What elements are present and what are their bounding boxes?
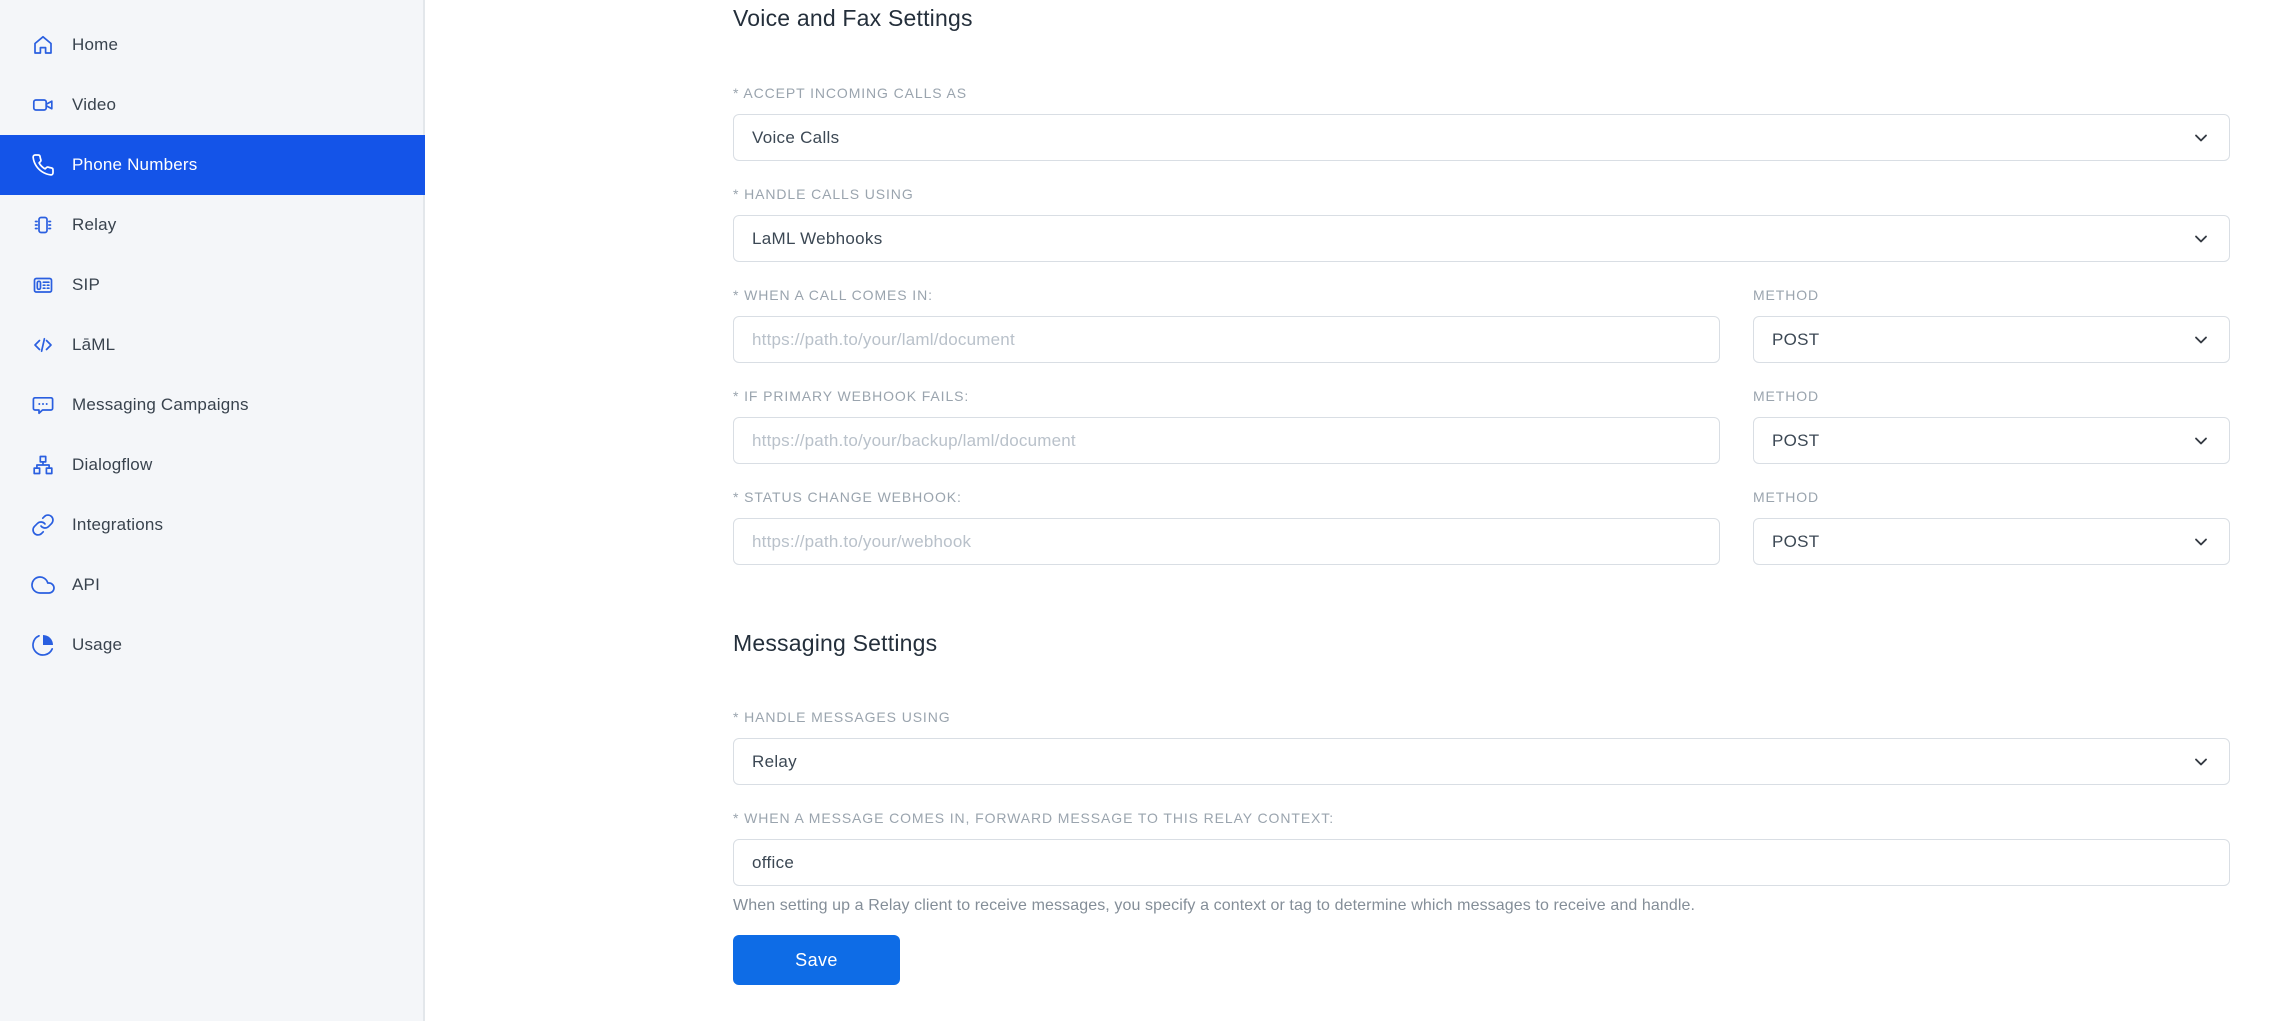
code-icon [30,333,55,358]
if-primary-webhook-fails-label: * IF PRIMARY WEBHOOK FAILS: [733,388,1720,404]
relay-context-label: * WHEN A MESSAGE COMES IN, FORWARD MESSA… [733,810,2230,826]
sidebar-item-phone-numbers[interactable]: Phone Numbers [0,135,425,195]
select-value: POST [1772,330,1820,350]
select-value: POST [1772,431,1820,451]
select-value: LaML Webhooks [752,229,883,249]
sidebar-item-label: Messaging Campaigns [72,395,249,415]
chevron-down-icon [2191,752,2211,772]
sidebar-item-label: Integrations [72,515,163,535]
voice-fax-settings-title: Voice and Fax Settings [733,4,2230,32]
sidebar-item-relay[interactable]: Relay [0,195,425,255]
status-webhook-method-select[interactable]: POST [1753,518,2230,565]
pie-chart-icon [30,633,55,658]
fallback-webhook-row: * IF PRIMARY WEBHOOK FAILS: METHOD POST [733,363,2230,464]
sidebar-item-label: Dialogflow [72,455,152,475]
sidebar-item-label: API [72,575,100,595]
call-webhook-row: * WHEN A CALL COMES IN: METHOD POST [733,262,2230,363]
sidebar-item-label: Usage [72,635,122,655]
sidebar-item-api[interactable]: API [0,555,425,615]
messaging-settings-title: Messaging Settings [733,629,2230,657]
fallback-webhook-method-select[interactable]: POST [1753,417,2230,464]
main-content: Voice and Fax Settings * ACCEPT INCOMING… [425,0,2288,1021]
phone-icon [30,153,55,178]
relay-context-help-text: When setting up a Relay client to receiv… [733,896,2230,915]
home-icon [30,33,55,58]
accept-incoming-calls-select[interactable]: Voice Calls [733,114,2230,161]
fallback-webhook-url-input[interactable] [733,417,1720,464]
method-label: METHOD [1753,287,2230,303]
link-icon [30,513,55,538]
call-webhook-url-input[interactable] [733,316,1720,363]
chevron-down-icon [2191,532,2211,552]
save-button[interactable]: Save [733,935,900,985]
sidebar-item-dialogflow[interactable]: Dialogflow [0,435,425,495]
app-window: Home Video Phone Numbers Relay SIP [0,0,2288,1021]
sidebar: Home Video Phone Numbers Relay SIP [0,0,425,1021]
sidebar-item-integrations[interactable]: Integrations [0,495,425,555]
select-value: Voice Calls [752,128,839,148]
chevron-down-icon [2191,229,2211,249]
handle-calls-using-label: * HANDLE CALLS USING [733,186,2230,202]
select-value: Relay [752,752,797,772]
relay-context-input[interactable] [733,839,2230,886]
sidebar-item-video[interactable]: Video [0,75,425,135]
video-camera-icon [30,93,55,118]
sidebar-item-sip[interactable]: SIP [0,255,425,315]
sitemap-icon [30,453,55,478]
sidebar-item-label: SIP [72,275,100,295]
handle-messages-using-label: * HANDLE MESSAGES USING [733,709,2230,725]
sidebar-item-messaging-campaigns[interactable]: Messaging Campaigns [0,375,425,435]
settings-form: Voice and Fax Settings * ACCEPT INCOMING… [733,0,2230,985]
sip-phone-icon [30,273,55,298]
handle-messages-using-select[interactable]: Relay [733,738,2230,785]
method-label: METHOD [1753,489,2230,505]
when-call-comes-in-label: * WHEN A CALL COMES IN: [733,287,1720,303]
sidebar-item-label: Home [72,35,118,55]
chevron-down-icon [2191,128,2211,148]
sidebar-item-label: LāML [72,335,115,355]
accept-incoming-calls-label: * ACCEPT INCOMING CALLS AS [733,85,2230,101]
status-change-webhook-label: * STATUS CHANGE WEBHOOK: [733,489,1720,505]
select-value: POST [1772,532,1820,552]
chat-bubble-icon [30,393,55,418]
sidebar-item-laml[interactable]: LāML [0,315,425,375]
sidebar-item-label: Video [72,95,116,115]
status-webhook-row: * STATUS CHANGE WEBHOOK: METHOD POST [733,464,2230,565]
cloud-icon [30,573,55,598]
relay-device-icon [30,213,55,238]
sidebar-item-label: Phone Numbers [72,155,197,175]
handle-calls-using-select[interactable]: LaML Webhooks [733,215,2230,262]
chevron-down-icon [2191,330,2211,350]
method-label: METHOD [1753,388,2230,404]
sidebar-item-usage[interactable]: Usage [0,615,425,675]
sidebar-item-home[interactable]: Home [0,15,425,75]
sidebar-item-label: Relay [72,215,116,235]
status-webhook-url-input[interactable] [733,518,1720,565]
call-webhook-method-select[interactable]: POST [1753,316,2230,363]
chevron-down-icon [2191,431,2211,451]
